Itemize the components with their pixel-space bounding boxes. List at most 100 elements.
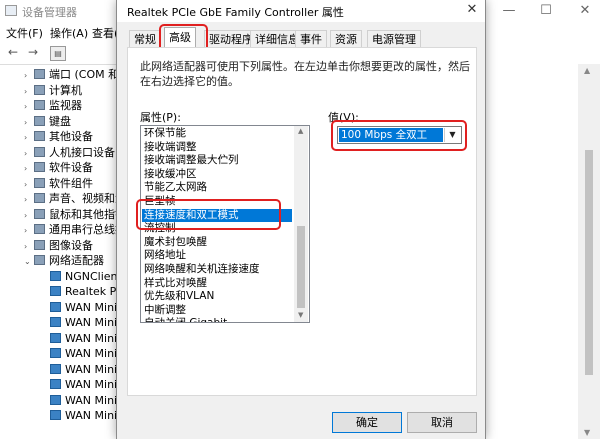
list-scroll-down-icon[interactable]: ▼: [298, 311, 303, 319]
property-item[interactable]: 网络唤醒和关机连接速度: [142, 263, 292, 277]
chevron-right-icon[interactable]: ›: [24, 177, 34, 193]
tree-item-label: 键盘: [49, 114, 71, 128]
chevron-down-icon[interactable]: ⌄: [24, 254, 34, 270]
maximize-icon[interactable]: ☐: [535, 2, 557, 20]
list-scroll-thumb[interactable]: [297, 226, 305, 308]
dm-title: 设备管理器: [22, 6, 77, 19]
tree-item-label: 网络适配器: [49, 254, 104, 267]
property-item[interactable]: 样式比对唤醒: [142, 277, 292, 291]
device-tree: › 端口 (COM 和 LPT) › 计算机 › 监视器 › 键盘 › 其他设备 › 人机接口设备 › 软…: [0, 64, 256, 439]
properties-label: 属性(P):: [140, 111, 181, 124]
network-card-icon: [50, 348, 61, 358]
computer-icon: [34, 84, 45, 95]
chevron-right-icon[interactable]: ›: [24, 84, 34, 100]
property-highlight: [136, 199, 281, 230]
software-device-icon: [34, 162, 45, 172]
chevron-right-icon[interactable]: ›: [24, 208, 34, 224]
network-adapter-icon: [34, 255, 45, 265]
property-item[interactable]: 环保节能: [142, 127, 292, 141]
property-item[interactable]: 接收缓冲区: [142, 168, 292, 182]
usb-icon: [34, 224, 45, 234]
property-item[interactable]: 接收端调整最大伫列: [142, 154, 292, 168]
tree-item[interactable]: › 其他设备: [24, 129, 93, 145]
port-icon: [34, 69, 45, 79]
chevron-right-icon[interactable]: ›: [24, 192, 34, 208]
tree-item-label: 软件设备: [49, 161, 93, 174]
property-item[interactable]: 网络地址: [142, 249, 292, 263]
property-item[interactable]: 优先级和VLAN: [142, 290, 292, 304]
minimize-icon[interactable]: —: [498, 2, 520, 20]
tree-item-label: 其他设备: [49, 130, 93, 143]
monitor-icon: [34, 100, 45, 110]
network-card-icon: [50, 394, 61, 405]
property-item[interactable]: 中断调整: [142, 304, 292, 318]
property-item[interactable]: 魔术封包唤醒: [142, 236, 292, 250]
tree-item[interactable]: ⌄ 网络适配器: [24, 253, 104, 269]
tree-item-label: 计算机: [49, 83, 82, 97]
tree-item[interactable]: › 计算机: [24, 83, 82, 99]
audio-icon: [34, 193, 45, 203]
menu-action[interactable]: 操作(A): [50, 25, 88, 41]
tree-item[interactable]: › 图像设备: [24, 238, 93, 254]
chevron-right-icon[interactable]: ›: [24, 68, 34, 84]
property-item[interactable]: 自动关闭 Gigabit: [142, 317, 292, 322]
value-highlight: [331, 120, 467, 151]
hid-icon: [34, 146, 45, 157]
camera-icon: [34, 239, 45, 250]
tree-item[interactable]: › 监视器: [24, 98, 82, 114]
tab-events[interactable]: 事件: [295, 30, 327, 47]
chevron-right-icon[interactable]: ›: [24, 223, 34, 239]
chevron-right-icon[interactable]: ›: [24, 239, 34, 255]
tree-item-label: 人机接口设备: [49, 145, 115, 159]
tree-item[interactable]: › 软件设备: [24, 160, 93, 176]
dm-scroll-thumb[interactable]: [585, 150, 593, 375]
keyboard-icon: [34, 115, 45, 126]
dialog-title: Realtek PCIe GbE Family Controller 属性: [127, 6, 344, 19]
mouse-icon: [34, 208, 45, 219]
dialog-close-icon[interactable]: ✕: [461, 2, 483, 17]
menu-file[interactable]: 文件(F): [6, 25, 43, 41]
dm-toolbar: ← → ▤: [0, 42, 130, 65]
software-component-icon: [34, 177, 45, 188]
properties-dialog: Realtek PCIe GbE Family Controller 属性 ✕ …: [116, 0, 486, 439]
network-card-icon: [50, 332, 61, 343]
tree-item[interactable]: › 软件组件: [24, 176, 93, 192]
tree-item-label: 图像设备: [49, 238, 93, 252]
network-card-icon: [50, 317, 61, 327]
dm-menubar: 文件(F) 操作(A) 查看(V): [0, 22, 130, 42]
back-icon[interactable]: ←: [6, 46, 20, 59]
network-card-icon: [50, 410, 61, 420]
tree-item-label: 监视器: [49, 99, 82, 112]
chevron-right-icon[interactable]: ›: [24, 115, 34, 131]
tab-general[interactable]: 常规: [129, 30, 161, 47]
scroll-up-icon[interactable]: ▲: [584, 66, 590, 75]
ok-button[interactable]: 确定: [332, 412, 402, 433]
dialog-titlebar: Realtek PCIe GbE Family Controller 属性 ✕: [117, 0, 485, 22]
tree-item-label: 软件组件: [49, 176, 93, 190]
advanced-panel: 此网络适配器可使用下列属性。在左边单击你想要更改的属性，然后在右边选择它的值。 …: [127, 47, 477, 396]
chevron-right-icon[interactable]: ›: [24, 130, 34, 146]
chevron-right-icon[interactable]: ›: [24, 99, 34, 115]
chevron-right-icon[interactable]: ›: [24, 161, 34, 177]
forward-icon[interactable]: →: [26, 46, 40, 59]
properties-icon[interactable]: ▤: [50, 46, 66, 61]
network-card-icon: [50, 301, 61, 312]
tab-resources[interactable]: 资源: [330, 30, 362, 47]
scroll-down-icon[interactable]: ▼: [584, 428, 590, 437]
tree-item[interactable]: › 人机接口设备: [24, 145, 115, 161]
property-item[interactable]: 节能乙太网路: [142, 181, 292, 195]
close-icon[interactable]: ✕: [574, 2, 596, 20]
tab-power-management[interactable]: 电源管理: [367, 30, 421, 47]
chevron-right-icon[interactable]: ›: [24, 146, 34, 162]
cancel-button[interactable]: 取消: [407, 412, 477, 433]
list-scroll-up-icon[interactable]: ▲: [298, 127, 303, 135]
network-card-icon: [50, 286, 61, 296]
network-card-icon: [50, 363, 61, 374]
unknown-device-icon: [34, 131, 45, 141]
network-card-icon: [50, 270, 61, 281]
device-manager-icon: [5, 5, 17, 16]
description-text: 此网络适配器可使用下列属性。在左边单击你想要更改的属性，然后在右边选择它的值。: [140, 60, 470, 88]
property-item[interactable]: 接收端调整: [142, 141, 292, 155]
tree-item[interactable]: › 键盘: [24, 114, 71, 130]
network-card-icon: [50, 379, 61, 389]
